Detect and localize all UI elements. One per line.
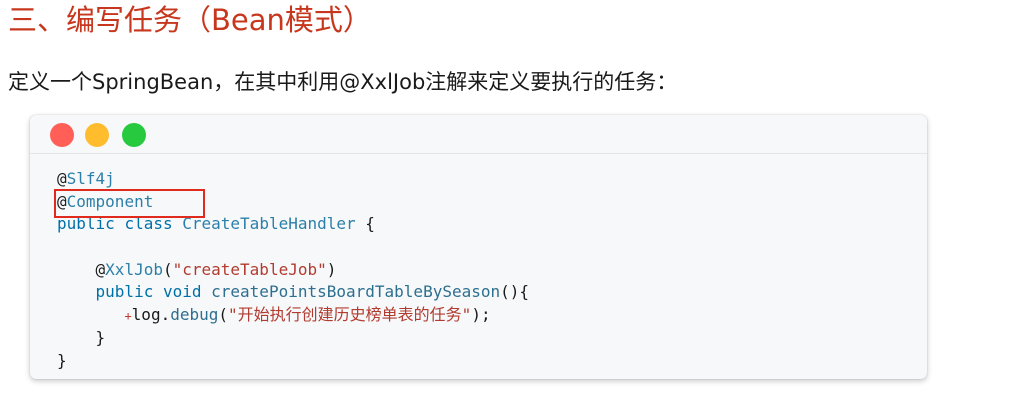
paren-open: ( xyxy=(218,305,229,325)
code-line-8: } xyxy=(57,327,529,350)
open-brace: { xyxy=(355,214,375,234)
keyword-public: public xyxy=(95,282,154,302)
diff-plus-marker: + xyxy=(124,309,132,324)
code-window: @Slf4j @Component public class CreateTab… xyxy=(30,115,927,379)
job-name-string: "createTableJob" xyxy=(172,259,327,279)
titlebar-separator xyxy=(30,153,927,154)
method-name: createPointsBoardTableBySeason xyxy=(211,282,501,302)
code-line-7: +log.debug("开始执行创建历史榜单表的任务"); xyxy=(57,304,529,327)
window-minimize-dot-icon xyxy=(85,123,109,147)
debug-method: debug xyxy=(170,305,219,325)
class-name: CreateTableHandler xyxy=(182,214,356,234)
code-line-5: @XxlJob("createTableJob") xyxy=(57,259,529,282)
code-line-9: } xyxy=(57,350,529,373)
window-close-dot-icon xyxy=(50,123,74,147)
keyword-void: void xyxy=(162,282,202,302)
code-line-1: @Slf4j xyxy=(57,168,529,191)
window-maximize-dot-icon xyxy=(122,123,146,147)
log-object: log xyxy=(131,305,161,325)
annotation-xxljob: XxlJob xyxy=(105,259,163,279)
section-heading: 三、编写任务（Bean模式） xyxy=(8,3,372,37)
annotation-at: @ xyxy=(57,169,67,188)
intro-text: 定义一个SpringBean，在其中利用@XxlJob注解来定义要执行的任务： xyxy=(8,70,678,94)
window-titlebar xyxy=(30,115,927,153)
annotation-at: @ xyxy=(95,259,106,279)
method-signature-rest: (){ xyxy=(500,282,530,302)
log-message-string: "开始执行创建历史榜单表的任务" xyxy=(228,305,472,325)
dot: . xyxy=(160,305,171,325)
paren-close-semicolon: ); xyxy=(471,305,491,325)
close-brace: } xyxy=(95,327,106,347)
paren-close: ) xyxy=(326,259,337,279)
component-highlight-box xyxy=(54,189,205,218)
paren-open: ( xyxy=(162,259,173,279)
annotation-slf4j: Slf4j xyxy=(66,169,115,188)
code-line-6: public void createPointsBoardTableBySeas… xyxy=(57,281,530,304)
close-brace: } xyxy=(57,350,67,370)
